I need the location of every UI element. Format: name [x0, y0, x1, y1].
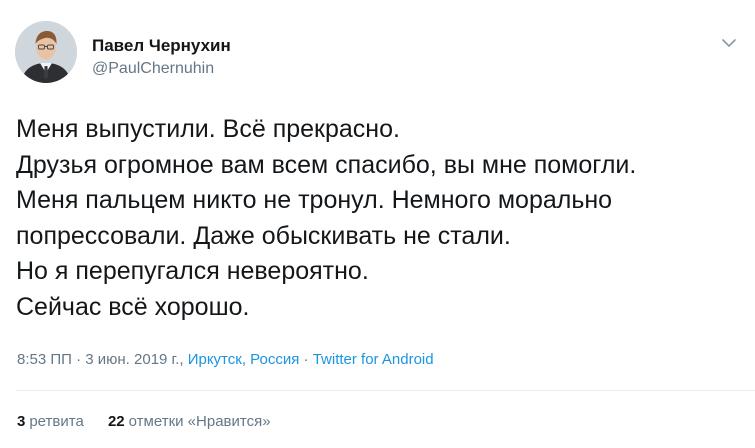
meta-separator: · — [303, 351, 309, 368]
retweets-stat[interactable]: 3 ретвита — [17, 413, 84, 430]
divider — [16, 390, 755, 391]
tweet-text: Меня выпустили. Всё прекрасно. Друзья ог… — [16, 112, 741, 325]
source-link[interactable]: Twitter for Android — [313, 351, 434, 368]
tweet-text-line: Сейчас всё хорошо. — [16, 292, 250, 321]
chevron-down-icon[interactable] — [719, 35, 739, 51]
tweet-text-line: попрессовали. Даже обыскивать не стали. — [16, 221, 511, 250]
tweet-stats: 3 ретвита 22 отметки «Нравится» — [17, 413, 271, 430]
location-link[interactable]: Иркутск, Россия — [188, 351, 300, 368]
author-handle[interactable]: @PaulChernuhin — [92, 60, 214, 78]
tweet-meta: 8:53 ПП · 3 июн. 2019 г., Иркутск, Росси… — [17, 351, 434, 368]
author-name[interactable]: Павел Чернухин — [92, 36, 231, 56]
avatar[interactable] — [15, 21, 77, 83]
tweet-text-line: Меня пальцем никто не тронул. Немного мо… — [16, 186, 613, 214]
tweet-text-line: Но я перепугался невероятно. — [16, 257, 369, 285]
retweets-label: ретвита — [29, 413, 84, 430]
tweet-timestamp[interactable]: 8:53 ПП · 3 июн. 2019 г., — [17, 351, 184, 368]
likes-stat[interactable]: 22 отметки «Нравится» — [108, 413, 271, 430]
tweet-card: Павел Чернухин @PaulChernuhin Меня выпус… — [0, 0, 755, 448]
retweets-count: 3 — [17, 413, 26, 430]
likes-label: отметки «Нравится» — [128, 413, 271, 430]
avatar-image — [15, 21, 77, 83]
likes-count: 22 — [107, 413, 125, 430]
tweet-text-line: Меня выпустили. Всё прекрасно. — [16, 115, 400, 143]
tweet-text-line: Друзья огромное вам всем спасибо, вы мне… — [16, 150, 637, 179]
